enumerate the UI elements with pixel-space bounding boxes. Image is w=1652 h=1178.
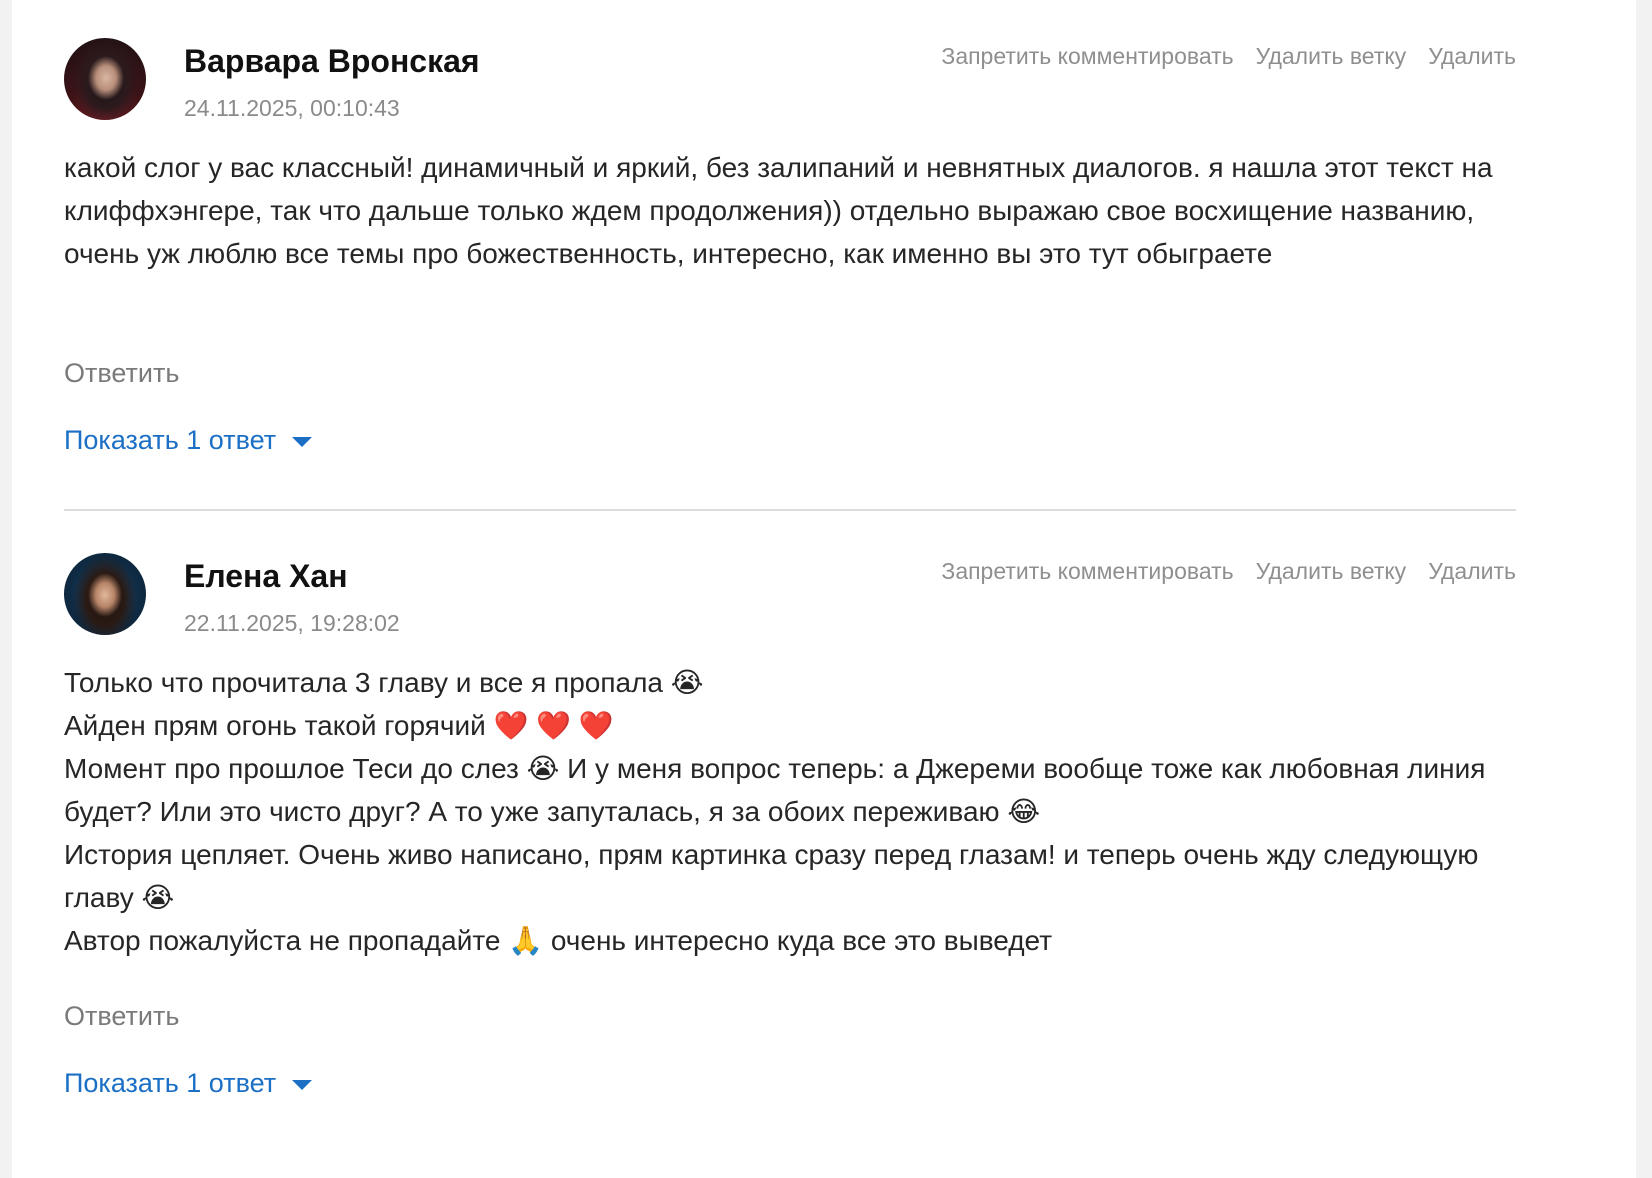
caret-down-icon <box>292 436 313 447</box>
show-replies-label: Показать 1 ответ <box>64 1068 277 1098</box>
comment-text: Только что прочитала 3 главу и все я про… <box>64 661 1516 962</box>
show-replies-toggle[interactable]: Показать 1 ответ <box>64 423 313 457</box>
comment-text-line: Только что прочитала 3 главу и все я про… <box>64 667 704 698</box>
avatar[interactable] <box>64 38 146 120</box>
delete-link[interactable]: Удалить <box>1428 555 1516 587</box>
left-page-edge <box>0 0 12 1178</box>
ban-commenting-link[interactable]: Запретить комментировать <box>941 40 1233 72</box>
comment-text-line: Айден прям огонь такой горячий ❤️ ❤️ ❤️ <box>64 710 614 741</box>
comment-text-line: Момент про прошлое Теси до слез 😭 И у ме… <box>64 753 1486 827</box>
comment-author[interactable]: Елена Хан <box>184 556 348 596</box>
comment-date: 24.11.2025, 00:10:43 <box>184 95 400 121</box>
caret-down-icon <box>292 1079 313 1090</box>
delete-link[interactable]: Удалить <box>1428 40 1516 72</box>
reply-link[interactable]: Ответить <box>64 999 179 1033</box>
comment-text-line: какой слог у вас классный! динамичный и … <box>64 152 1493 269</box>
right-page-edge <box>1636 0 1652 1178</box>
reply-link[interactable]: Ответить <box>64 356 179 390</box>
moderation-actions: Запретить комментировать Удалить ветку У… <box>941 555 1516 587</box>
delete-branch-link[interactable]: Удалить ветку <box>1256 40 1407 72</box>
comment-text: какой слог у вас классный! динамичный и … <box>64 146 1516 275</box>
comment-text-line: Автор пожалуйста не пропадайте 🙏 очень и… <box>64 925 1053 956</box>
avatar[interactable] <box>64 553 146 635</box>
moderation-actions: Запретить комментировать Удалить ветку У… <box>941 40 1516 72</box>
comment-text-line: История цепляет. Очень живо написано, пр… <box>64 839 1479 913</box>
comment-divider <box>64 509 1516 511</box>
comment-date: 22.11.2025, 19:28:02 <box>184 610 400 636</box>
ban-commenting-link[interactable]: Запретить комментировать <box>941 555 1233 587</box>
show-replies-label: Показать 1 ответ <box>64 425 277 455</box>
show-replies-toggle[interactable]: Показать 1 ответ <box>64 1066 313 1100</box>
delete-branch-link[interactable]: Удалить ветку <box>1256 555 1407 587</box>
comment-author[interactable]: Варвара Вронская <box>184 41 480 81</box>
